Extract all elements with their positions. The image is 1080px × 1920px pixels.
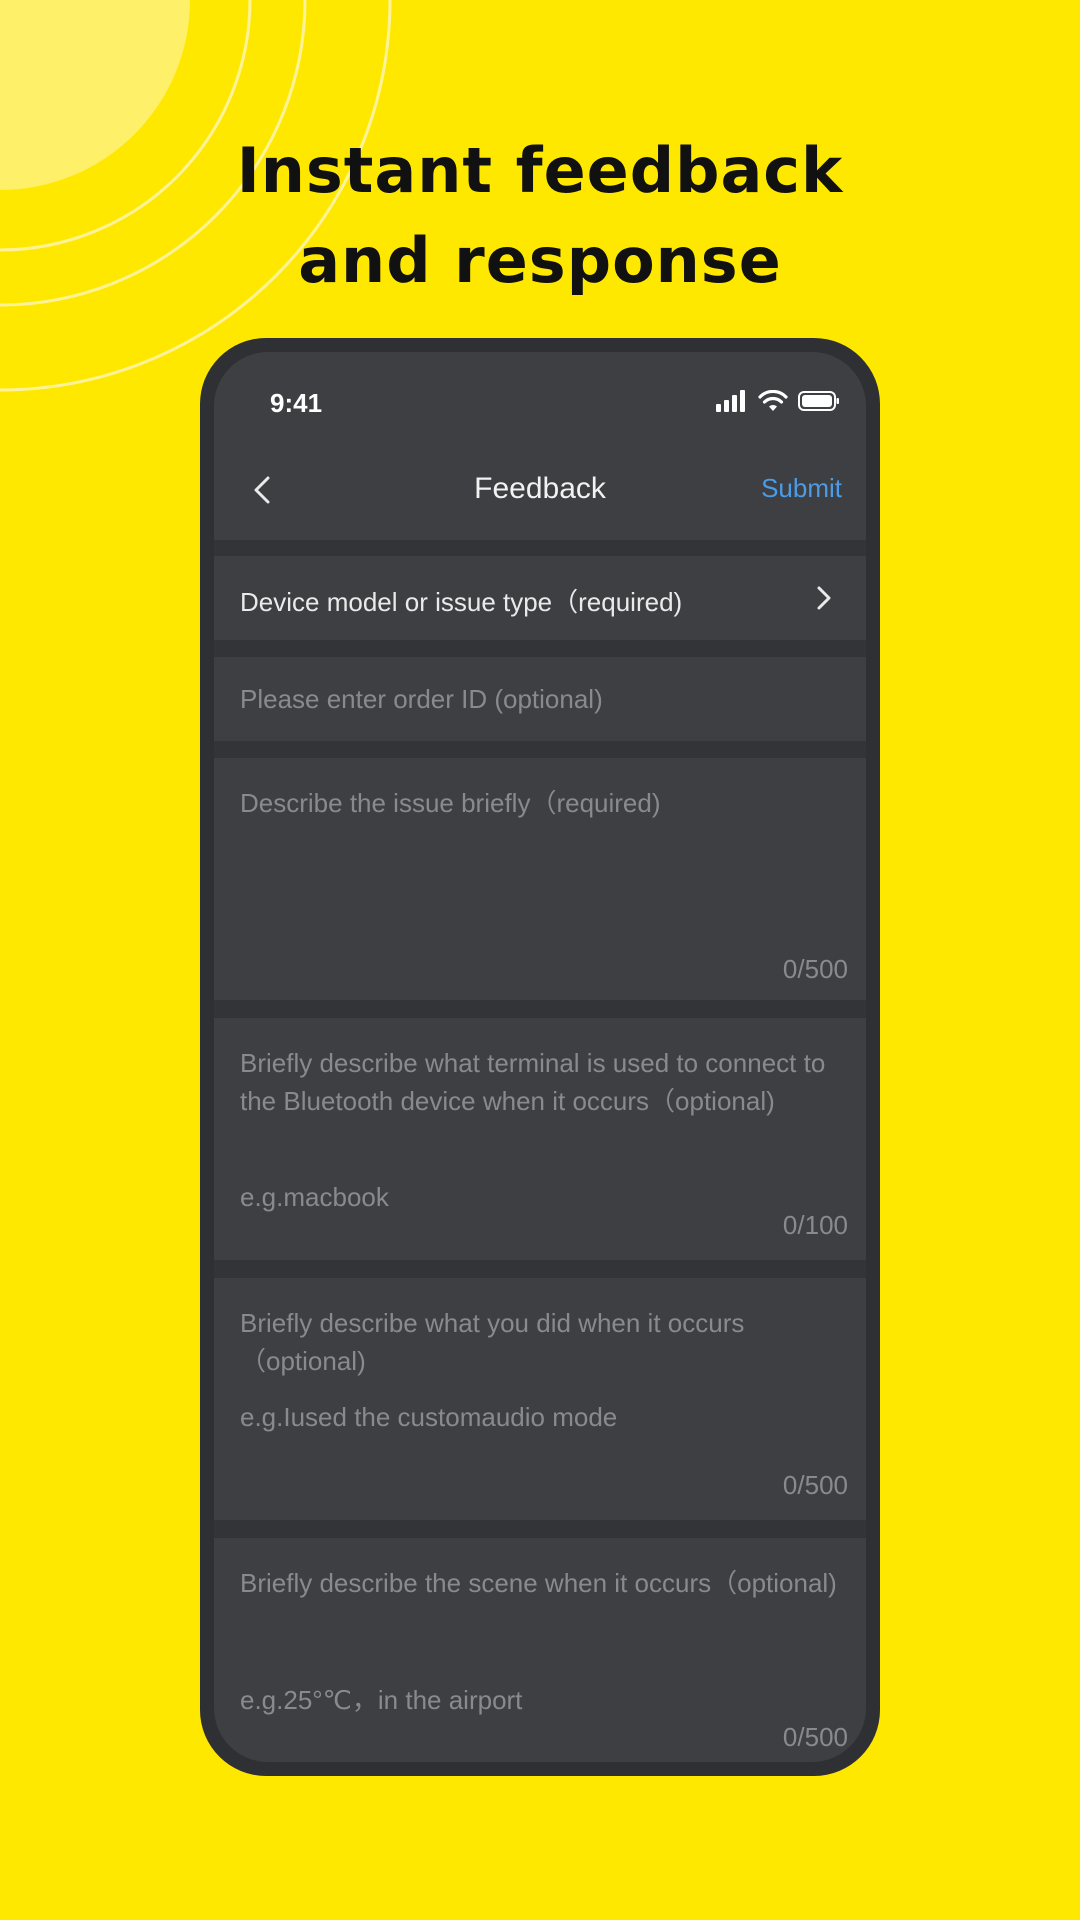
action-example: e.g.Iused the customaudio mode (240, 1402, 618, 1432)
promo-stage: Instant feedback and response 9:41 Feedb… (0, 0, 1080, 1920)
device-type-label: Device model or issue type（required) (240, 587, 683, 617)
battery-icon (798, 391, 839, 411)
signal-icon (716, 390, 745, 412)
terminal-char-counter: 0/100 (782, 1210, 848, 1240)
order-id-row (214, 657, 866, 741)
promo-headline: Instant feedback and response (0, 126, 1080, 306)
status-time: 9:41 (270, 388, 323, 418)
headline-line-2: and response (298, 224, 782, 297)
scene-field[interactable] (240, 1564, 840, 1644)
chevron-right-icon (817, 586, 831, 610)
issue-description-card: 0/500 (214, 758, 866, 1000)
terminal-example: e.g.macbook (240, 1182, 389, 1212)
scene-example: e.g.25°℃，in the airport (240, 1685, 523, 1715)
order-id-input[interactable] (240, 679, 840, 719)
submit-button[interactable]: Submit (761, 473, 842, 504)
phone-screen: 9:41 Feedback Submit Device model or iss… (214, 352, 866, 1762)
description-char-counter: 0/500 (782, 954, 848, 984)
issue-description-field[interactable] (240, 784, 840, 964)
nav-bar: Feedback Submit (214, 442, 866, 540)
action-card: e.g.Iused the customaudio mode 0/500 (214, 1278, 866, 1520)
status-icons (716, 390, 840, 412)
terminal-field[interactable] (240, 1044, 840, 1164)
wifi-icon (758, 390, 788, 411)
headline-line-1: Instant feedback (236, 134, 844, 207)
terminal-card: e.g.macbook 0/100 (214, 1018, 866, 1260)
phone-frame: 9:41 Feedback Submit Device model or iss… (200, 338, 880, 1776)
action-field[interactable] (240, 1304, 840, 1384)
device-type-select[interactable]: Device model or issue type（required) (214, 556, 866, 640)
scene-card: e.g.25°℃，in the airport 0/500 (214, 1538, 866, 1762)
scene-char-counter: 0/500 (782, 1722, 848, 1752)
action-char-counter: 0/500 (782, 1470, 848, 1500)
